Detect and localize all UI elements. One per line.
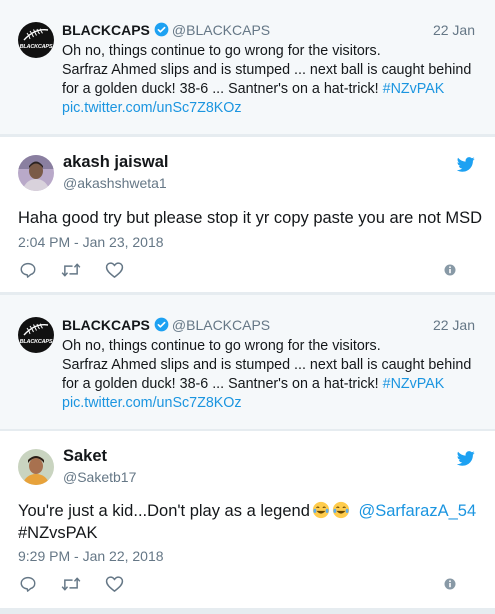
- reply-tweet[interactable]: Saket @Saketb17 You're just a kid...Don'…: [0, 431, 495, 609]
- verified-badge-icon: [154, 22, 169, 37]
- mention-link[interactable]: @SarfarazA_54: [358, 502, 476, 520]
- laughing-tears-emoji-icon: [312, 501, 329, 519]
- quoted-author-name[interactable]: BLACKCAPS: [62, 317, 150, 333]
- quoted-author-handle[interactable]: @BLACKCAPS: [172, 317, 270, 333]
- twitter-bird-icon[interactable]: [457, 157, 475, 172]
- tweet-body: You're just a kid...Don't play as a lege…: [18, 502, 310, 520]
- author-handle[interactable]: @akashshweta1: [63, 175, 167, 191]
- tweet-actions: [18, 575, 478, 595]
- blackcaps-avatar[interactable]: BLACKCAPS: [18, 22, 54, 58]
- info-icon[interactable]: [444, 264, 456, 276]
- avatar-brand-text: BLACKCAPS: [19, 44, 53, 50]
- user-photo-icon: [18, 155, 54, 191]
- reply-icon[interactable]: [19, 261, 37, 279]
- timestamp[interactable]: 2:04 PM - Jan 23, 2018: [18, 234, 164, 250]
- author-handle[interactable]: @Saketb17: [63, 469, 136, 485]
- fern-logo-icon: [23, 28, 49, 41]
- quoted-tweet[interactable]: BLACKCAPS BLACKCAPS @BLACKCAPS 22 Jan Oh …: [0, 295, 495, 430]
- reply-tweet[interactable]: akash jaiswal @akashshweta1 Haha good tr…: [0, 137, 495, 293]
- info-icon[interactable]: [444, 578, 456, 590]
- quoted-line: Oh no, things continue to go wrong for t…: [62, 43, 381, 59]
- quoted-line: for a golden duck! 38-6 ... Santner's on…: [62, 376, 379, 392]
- quoted-author-name[interactable]: BLACKCAPS: [62, 22, 150, 38]
- quoted-tweet-date[interactable]: 22 Jan: [433, 22, 475, 38]
- blackcaps-avatar[interactable]: BLACKCAPS: [18, 317, 54, 353]
- heart-icon[interactable]: [105, 261, 124, 279]
- author-name[interactable]: akash jaiswal: [63, 153, 169, 172]
- quoted-line: Sarfraz Ahmed slips and is stumped ... n…: [62, 357, 472, 373]
- quoted-tweet-text: Oh no, things continue to go wrong for t…: [62, 42, 482, 118]
- tweet-actions: [18, 261, 478, 281]
- avatar[interactable]: [18, 449, 54, 485]
- avatar-brand-text: BLACKCAPS: [19, 339, 53, 345]
- quoted-line: Sarfraz Ahmed slips and is stumped ... n…: [62, 62, 472, 78]
- quoted-line: Oh no, things continue to go wrong for t…: [62, 338, 381, 354]
- reply-icon[interactable]: [19, 575, 37, 593]
- user-photo-icon: [18, 449, 54, 485]
- media-link[interactable]: pic.twitter.com/unSc7Z8KOz: [62, 99, 482, 118]
- twitter-bird-icon[interactable]: [457, 451, 475, 466]
- quoted-line: for a golden duck! 38-6 ... Santner's on…: [62, 81, 379, 97]
- hashtag-link[interactable]: #NZvPAK: [383, 376, 445, 392]
- avatar[interactable]: [18, 155, 54, 191]
- quoted-author-handle[interactable]: @BLACKCAPS: [172, 22, 270, 38]
- fern-logo-icon: [23, 323, 49, 336]
- quoted-tweet[interactable]: BLACKCAPS BLACKCAPS @BLACKCAPS 22 Jan Oh …: [0, 0, 495, 135]
- quoted-tweet-text: Oh no, things continue to go wrong for t…: [62, 337, 482, 413]
- tweet-text: Haha good try but please stop it yr copy…: [18, 209, 483, 227]
- quoted-tweet-header: BLACKCAPS @BLACKCAPS: [62, 317, 270, 333]
- timestamp[interactable]: 9:29 PM - Jan 22, 2018: [18, 548, 164, 564]
- tweet-text: You're just a kid...Don't play as a lege…: [18, 500, 476, 522]
- quoted-tweet-header: BLACKCAPS @BLACKCAPS: [62, 22, 270, 38]
- verified-badge-icon: [154, 317, 169, 332]
- retweet-icon[interactable]: [61, 575, 81, 593]
- media-link[interactable]: pic.twitter.com/unSc7Z8KOz: [62, 394, 482, 413]
- quoted-tweet-date[interactable]: 22 Jan: [433, 317, 475, 333]
- author-name[interactable]: Saket: [63, 447, 107, 466]
- hashtag-link[interactable]: #NZvPAK: [383, 81, 445, 97]
- hashtag-link[interactable]: #NZvsPAK: [18, 522, 97, 544]
- laughing-tears-emoji-icon: [332, 501, 349, 519]
- retweet-icon[interactable]: [61, 261, 81, 279]
- heart-icon[interactable]: [105, 575, 124, 593]
